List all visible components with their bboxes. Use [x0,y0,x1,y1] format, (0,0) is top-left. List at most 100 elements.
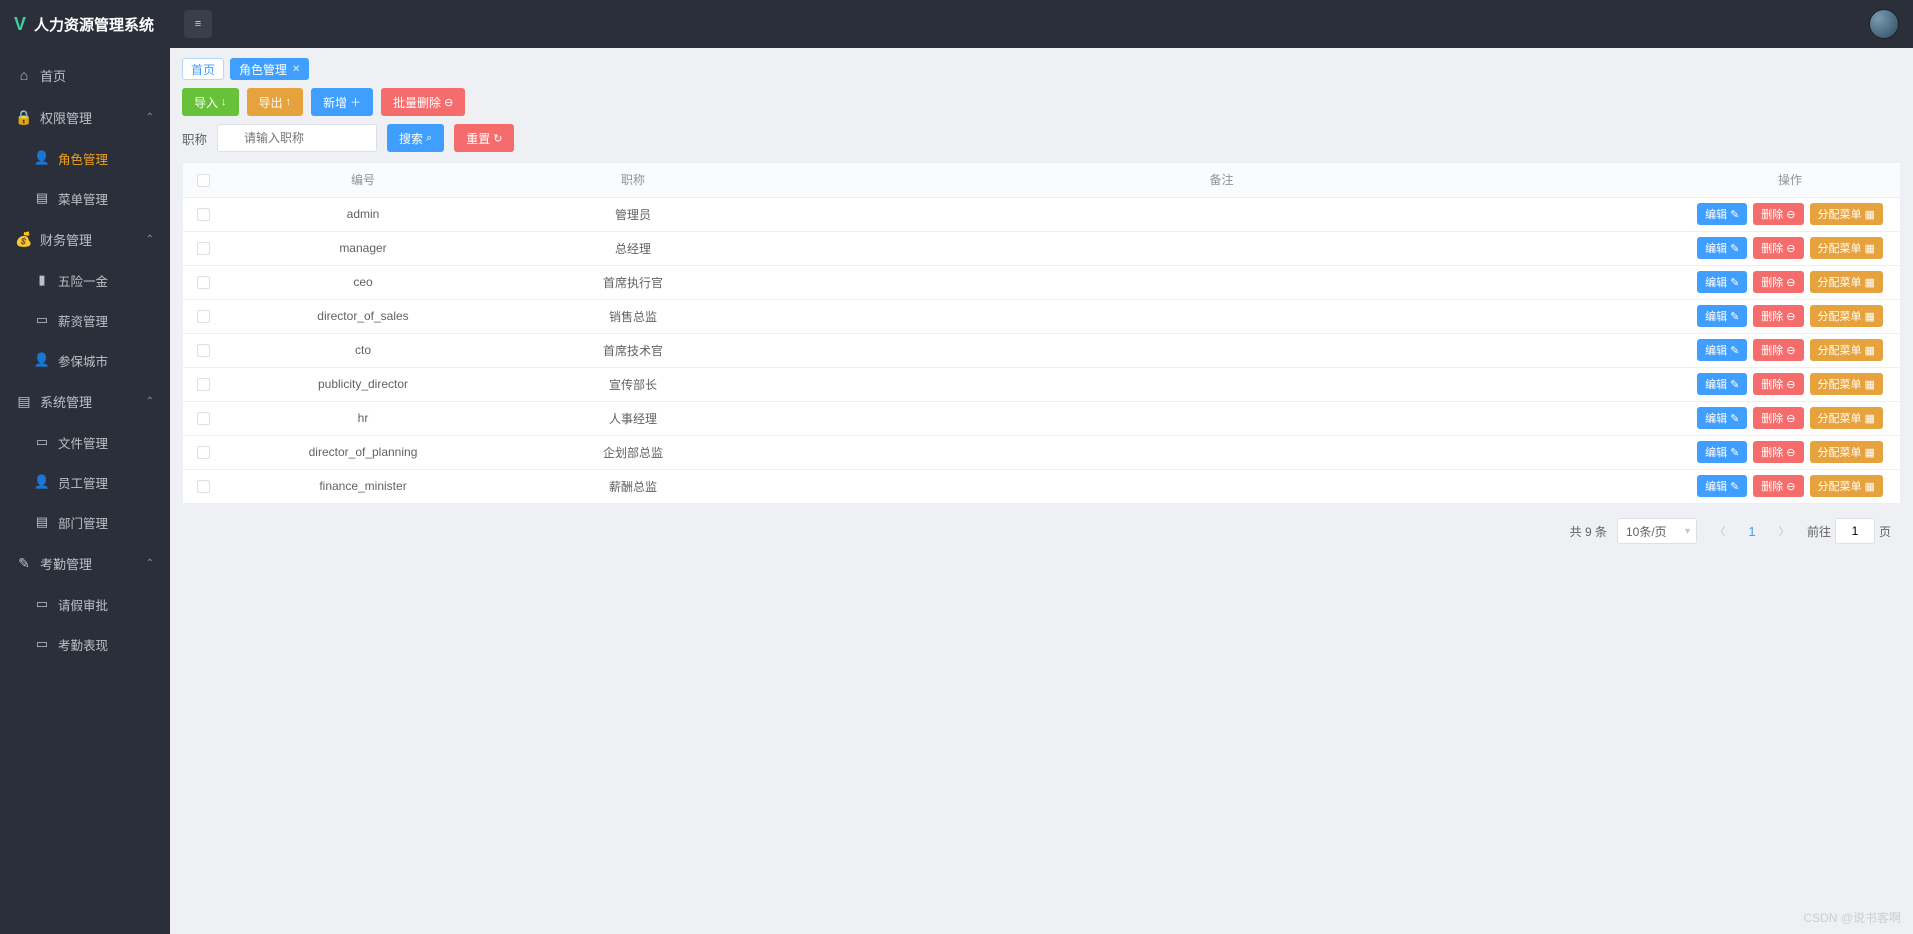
button-label: 分配菜单 [1818,342,1862,358]
row-checkbox[interactable] [197,208,210,221]
assign-menu-button[interactable]: 分配菜单 ▦ [1810,271,1883,293]
delete-button[interactable]: 删除 ⊖ [1753,407,1803,429]
assign-menu-button[interactable]: 分配菜单 ▦ [1810,407,1883,429]
sidebar-group-label: 系统管理 [40,392,92,411]
grid-icon: ▦ [1865,446,1875,459]
close-icon[interactable]: ✕ [292,64,300,75]
sidebar-sub-item[interactable]: 👤 角色管理 [0,138,170,178]
sidebar-item-label: 薪资管理 [58,311,108,330]
sidebar-item-label: 首页 [40,66,66,85]
row-checkbox[interactable] [197,480,210,493]
add-button[interactable]: 新增 ＋ [311,88,373,116]
delete-button[interactable]: 删除 ⊖ [1753,237,1803,259]
main: ≡ 首页 角色管理 ✕ 导入 ↓ [170,0,1913,934]
button-label: 编辑 [1705,274,1727,290]
sidebar-group[interactable]: 🔒 权限管理 ⌃ [0,96,170,138]
export-button[interactable]: 导出 ↑ [247,88,304,116]
prev-page-button[interactable]: 〈 [1707,518,1733,544]
edit-button[interactable]: 编辑 ✎ [1697,271,1747,293]
edit-button[interactable]: 编辑 ✎ [1697,339,1747,361]
page-size-select[interactable]: 10条/页 ▾ [1617,518,1697,544]
sidebar-sub-item[interactable]: ▤ 部门管理 [0,502,170,542]
button-label: 导入 [194,94,218,111]
collapse-button[interactable]: ≡ [184,10,212,38]
edit-button[interactable]: 编辑 ✎ [1697,237,1747,259]
import-button[interactable]: 导入 ↓ [182,88,239,116]
button-label: 编辑 [1705,342,1727,358]
row-checkbox[interactable] [197,378,210,391]
title-input[interactable] [217,124,377,152]
delete-button[interactable]: 删除 ⊖ [1753,339,1803,361]
col-header-remark: 备注 [763,163,1680,197]
edit-icon: ✎ [1730,310,1739,323]
sidebar-item-home[interactable]: ⌂ 首页 [0,54,170,96]
remove-icon: ⊖ [1786,480,1795,493]
delete-button[interactable]: 删除 ⊖ [1753,373,1803,395]
assign-menu-button[interactable]: 分配菜单 ▦ [1810,237,1883,259]
row-checkbox[interactable] [197,276,210,289]
table-row: director_of_sales 销售总监 编辑 ✎ 删除 ⊖ 分配菜单 ▦ [183,299,1900,333]
assign-menu-button[interactable]: 分配菜单 ▦ [1810,441,1883,463]
page-number[interactable]: 1 [1743,524,1761,539]
assign-menu-button[interactable]: 分配菜单 ▦ [1810,475,1883,497]
sidebar-sub-item[interactable]: ▤ 菜单管理 [0,178,170,218]
row-checkbox[interactable] [197,412,210,425]
grid-icon: ▦ [1865,276,1875,289]
sidebar-sub-item[interactable]: ▭ 文件管理 [0,422,170,462]
grid-icon: ▦ [1865,344,1875,357]
edit-button[interactable]: 编辑 ✎ [1697,475,1747,497]
delete-button[interactable]: 删除 ⊖ [1753,475,1803,497]
assign-menu-button[interactable]: 分配菜单 ▦ [1810,203,1883,225]
item-icon: 👤 [34,150,50,166]
cell-title: 企划部总监 [503,435,763,469]
sidebar-sub-item[interactable]: ▭ 请假审批 [0,584,170,624]
edit-button[interactable]: 编辑 ✎ [1697,373,1747,395]
button-label: 编辑 [1705,376,1727,392]
assign-menu-button[interactable]: 分配菜单 ▦ [1810,339,1883,361]
select-all-checkbox[interactable] [197,174,210,187]
button-label: 编辑 [1705,206,1727,222]
group-icon: 💰 [16,231,32,247]
sidebar-sub-item[interactable]: 👤 员工管理 [0,462,170,502]
row-checkbox[interactable] [197,242,210,255]
sidebar-sub-item[interactable]: 👤 参保城市 [0,340,170,380]
search-button[interactable]: 搜索 ⌕ [387,124,444,152]
row-checkbox[interactable] [197,446,210,459]
button-label: 分配菜单 [1818,308,1862,324]
remove-icon: ⊖ [1786,310,1795,323]
delete-button[interactable]: 删除 ⊖ [1753,305,1803,327]
row-checkbox[interactable] [197,310,210,323]
edit-button[interactable]: 编辑 ✎ [1697,203,1747,225]
next-page-button[interactable]: 〉 [1771,518,1797,544]
assign-menu-button[interactable]: 分配菜单 ▦ [1810,305,1883,327]
sidebar-sub-item[interactable]: ▮ 五险一金 [0,260,170,300]
sidebar-group[interactable]: ✎ 考勤管理 ⌃ [0,542,170,584]
edit-icon: ✎ [1730,480,1739,493]
sidebar-sub-item[interactable]: ▭ 薪资管理 [0,300,170,340]
button-label: 分配菜单 [1818,240,1862,256]
button-label: 删除 [1761,308,1783,324]
delete-button[interactable]: 删除 ⊖ [1753,441,1803,463]
reset-button[interactable]: 重置 ↻ [454,124,514,152]
edit-button[interactable]: 编辑 ✎ [1697,441,1747,463]
cell-code: director_of_sales [223,299,503,333]
edit-button[interactable]: 编辑 ✎ [1697,305,1747,327]
cell-remark [763,469,1680,503]
edit-button[interactable]: 编辑 ✎ [1697,407,1747,429]
row-checkbox[interactable] [197,344,210,357]
sidebar-group[interactable]: ▤ 系统管理 ⌃ [0,380,170,422]
batch-delete-button[interactable]: 批量删除 ⊖ [381,88,465,116]
topbar: ≡ [170,0,1913,48]
cell-remark [763,435,1680,469]
jump-input[interactable] [1835,518,1875,544]
avatar[interactable] [1869,9,1899,39]
tab-home[interactable]: 首页 [182,58,224,80]
brand: V 人力资源管理系统 [0,0,170,48]
sidebar-group[interactable]: 💰 财务管理 ⌃ [0,218,170,260]
tab-role-management[interactable]: 角色管理 ✕ [230,58,309,80]
sidebar-group-label: 权限管理 [40,108,92,127]
delete-button[interactable]: 删除 ⊖ [1753,271,1803,293]
delete-button[interactable]: 删除 ⊖ [1753,203,1803,225]
sidebar-sub-item[interactable]: ▭ 考勤表现 [0,624,170,664]
assign-menu-button[interactable]: 分配菜单 ▦ [1810,373,1883,395]
